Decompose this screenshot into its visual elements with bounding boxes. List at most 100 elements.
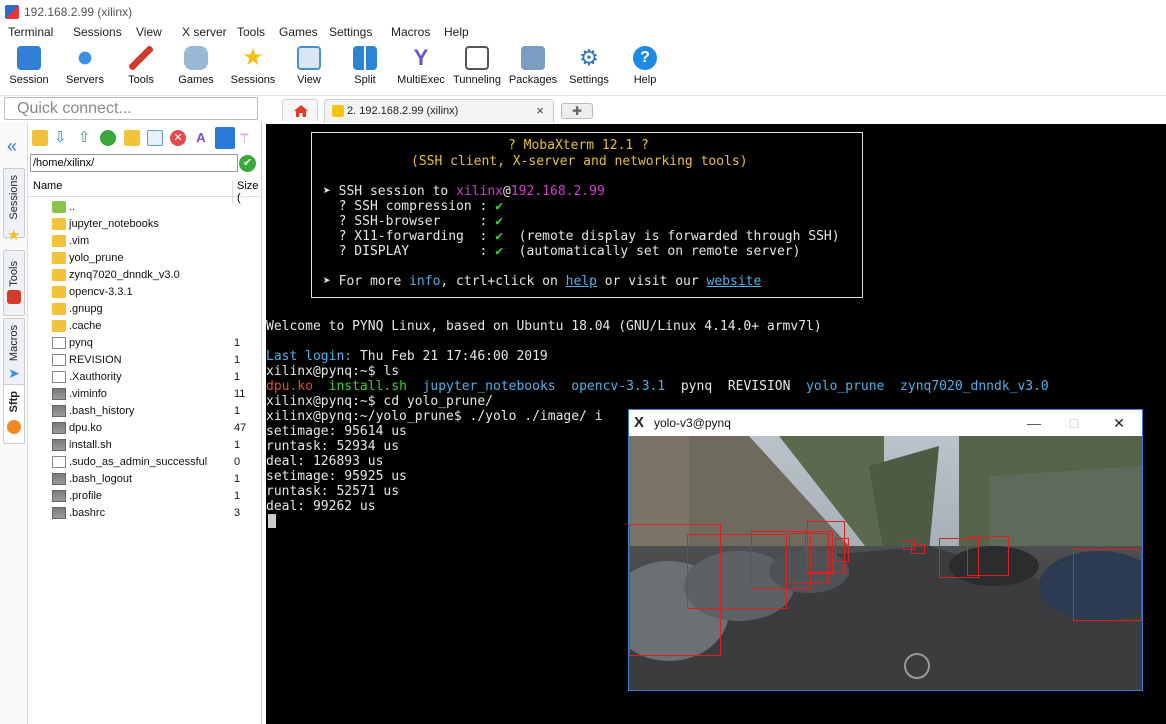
menu-macros[interactable]: Macros bbox=[391, 25, 430, 39]
toolbar-sessions-button[interactable]: ★ Sessions bbox=[224, 46, 282, 94]
download-icon[interactable]: ⇩ bbox=[54, 130, 70, 146]
file-row[interactable]: .viminfo 11 bbox=[28, 386, 262, 403]
settings-icon: ⚙ bbox=[579, 45, 599, 70]
file-row[interactable]: dpu.ko 47 bbox=[28, 420, 262, 437]
file-row[interactable]: .vim bbox=[28, 233, 262, 250]
menu-tools[interactable]: Tools bbox=[237, 25, 265, 39]
file-row[interactable]: .bashrc 3 bbox=[28, 505, 262, 522]
new-tab-button[interactable]: ✚ bbox=[561, 103, 593, 119]
upload-icon[interactable]: ⇧ bbox=[78, 130, 94, 146]
check-icon: ✔ bbox=[495, 199, 504, 214]
rename-icon[interactable]: A bbox=[193, 130, 209, 146]
file-icon bbox=[52, 371, 66, 383]
file-name: .vim bbox=[69, 235, 90, 247]
x11-window-title: yolo-v3@pynq bbox=[654, 416, 731, 430]
menu-sessions[interactable]: Sessions bbox=[73, 25, 122, 39]
parent-folder-icon[interactable] bbox=[32, 130, 48, 146]
toolbar-split-button[interactable]: Split bbox=[336, 46, 394, 94]
maximize-button[interactable]: □ bbox=[1059, 413, 1089, 433]
last-login-value: Thu Feb 21 17:46:00 2019 bbox=[352, 349, 548, 364]
new-folder-icon[interactable] bbox=[124, 130, 140, 146]
toolbar-help-button[interactable]: ? Help bbox=[616, 46, 674, 94]
file-list-header: Name Size ( bbox=[28, 177, 262, 204]
file-row[interactable]: REVISION 1 bbox=[28, 352, 262, 369]
side-tab-sftp[interactable]: Sftp bbox=[3, 384, 25, 444]
quick-connect-input[interactable]: Quick connect... bbox=[4, 97, 258, 120]
file-row[interactable]: jupyter_notebooks bbox=[28, 216, 262, 233]
close-button[interactable]: ✕ bbox=[1104, 413, 1134, 433]
file-row[interactable]: .. bbox=[28, 199, 262, 216]
banner-line-note: (remote display is forwarded through SSH… bbox=[503, 229, 840, 244]
tab-session-xilinx[interactable]: 2. 192.168.2.99 (xilinx) × bbox=[324, 99, 554, 123]
toolbar-tools-button[interactable]: Tools bbox=[112, 46, 170, 94]
menu-settings[interactable]: Settings bbox=[329, 25, 372, 39]
ssh-key-icon bbox=[332, 105, 344, 117]
menu-help[interactable]: Help bbox=[444, 25, 469, 39]
menu-view[interactable]: View bbox=[136, 25, 162, 39]
file-row[interactable]: .profile 1 bbox=[28, 488, 262, 505]
refresh-icon[interactable] bbox=[100, 130, 116, 146]
collapse-panel-icon[interactable]: « bbox=[7, 136, 17, 157]
file-row[interactable]: .gnupg bbox=[28, 301, 262, 318]
parent-dir-icon bbox=[52, 201, 66, 213]
menu-terminal[interactable]: Terminal bbox=[8, 25, 53, 39]
main-toolbar: Session Servers Tools Games ★ Sessions V… bbox=[0, 42, 1166, 96]
minimize-button[interactable]: — bbox=[1019, 413, 1049, 433]
file-row[interactable]: .bash_history 1 bbox=[28, 403, 262, 420]
file-row[interactable]: install.sh 1 bbox=[28, 437, 262, 454]
star-icon: ★ bbox=[7, 227, 21, 244]
column-name-header[interactable]: Name bbox=[33, 180, 62, 192]
file-row[interactable]: pynq 1 bbox=[28, 335, 262, 352]
x11-window-yolo[interactable]: X yolo-v3@pynq — □ ✕ bbox=[628, 409, 1143, 691]
session-at: @ bbox=[503, 184, 511, 199]
file-row[interactable]: .cache bbox=[28, 318, 262, 335]
star-icon: ★ bbox=[242, 44, 264, 71]
output-line: setimage: 95614 us bbox=[266, 424, 407, 439]
banner-subtitle: (SSH client, X-server and networking too… bbox=[411, 154, 748, 169]
toolbar-packages-button[interactable]: Packages bbox=[504, 46, 562, 94]
file-name: zynq7020_dnndk_v3.0 bbox=[69, 269, 180, 281]
file-size: 1 bbox=[234, 354, 241, 366]
follow-terminal-icon[interactable] bbox=[215, 127, 235, 149]
file-row[interactable]: zynq7020_dnndk_v3.0 bbox=[28, 267, 262, 284]
x11-title-bar[interactable]: X yolo-v3@pynq — □ ✕ bbox=[629, 410, 1142, 436]
home-tab-button[interactable] bbox=[282, 99, 318, 121]
file-row[interactable]: opencv-3.3.1 bbox=[28, 284, 262, 301]
file-row[interactable]: .bash_logout 1 bbox=[28, 471, 262, 488]
output-line: runtask: 52571 us bbox=[266, 484, 400, 499]
toolbar-tunneling-button[interactable]: Tunneling bbox=[448, 46, 506, 94]
path-ok-icon[interactable]: ✔ bbox=[239, 155, 256, 172]
toolbar-view-button[interactable]: View bbox=[280, 46, 338, 94]
toolbar-settings-button[interactable]: ⚙ Settings bbox=[560, 46, 618, 94]
ls-entry: dpu.ko bbox=[266, 379, 313, 394]
banner-line-note: (automatically set on remote server) bbox=[503, 244, 801, 259]
more-mid: , ctrl+click on bbox=[440, 274, 566, 289]
toolbar-label: Packages bbox=[508, 74, 558, 86]
side-tab-label: Tools bbox=[8, 261, 20, 287]
terminal-cursor bbox=[268, 514, 276, 528]
file-row[interactable]: .Xauthority 1 bbox=[28, 369, 262, 386]
toolbar-multiexec-button[interactable]: Y MultiExec bbox=[392, 46, 450, 94]
file-row[interactable]: yolo_prune bbox=[28, 250, 262, 267]
magic-wand-icon[interactable]: ⚚ bbox=[238, 130, 254, 146]
toolbar-games-button[interactable]: Games bbox=[167, 46, 225, 94]
file-name: yolo_prune bbox=[69, 252, 124, 264]
delete-icon[interactable]: ✕ bbox=[170, 130, 186, 146]
website-link[interactable]: website bbox=[707, 274, 762, 289]
menu-x-server[interactable]: X server bbox=[182, 25, 227, 39]
toolbar-label: Help bbox=[633, 74, 657, 86]
tab-close-icon[interactable]: × bbox=[536, 103, 544, 118]
x-server-logo-icon: X bbox=[634, 414, 645, 431]
menu-games[interactable]: Games bbox=[279, 25, 318, 39]
file-row[interactable]: .sudo_as_admin_successful 0 bbox=[28, 454, 262, 471]
help-link[interactable]: help bbox=[566, 274, 597, 289]
info-link[interactable]: info bbox=[409, 274, 440, 289]
sftp-path-input[interactable]: /home/xilinx/ bbox=[30, 154, 238, 172]
toolbar-servers-button[interactable]: Servers bbox=[56, 46, 114, 94]
side-tab-tools[interactable]: Tools bbox=[3, 250, 25, 316]
new-file-icon[interactable] bbox=[147, 130, 163, 146]
home-icon bbox=[294, 105, 308, 117]
folder-icon bbox=[52, 320, 66, 332]
title-bar: 192.168.2.99 (xilinx) bbox=[0, 0, 1166, 24]
toolbar-session-button[interactable]: Session bbox=[0, 46, 58, 94]
